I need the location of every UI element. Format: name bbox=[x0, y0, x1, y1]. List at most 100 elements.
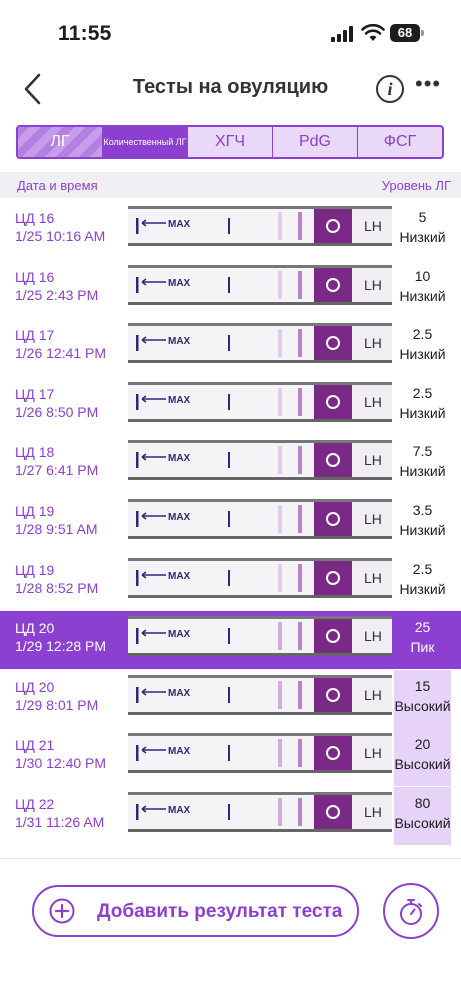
row-date: ЦД 20 1/29 8:01 PM bbox=[15, 678, 98, 714]
test-strip-photo: MAX LH bbox=[128, 440, 392, 480]
strip-lh-text: LH bbox=[364, 394, 382, 410]
row-date: ЦД 21 1/30 12:40 PM bbox=[15, 736, 106, 772]
timer-button[interactable] bbox=[383, 883, 439, 939]
lh-level-label: Низкий bbox=[399, 522, 446, 538]
lh-level-label: Высокий bbox=[394, 698, 451, 714]
lh-level-cell: 3.5 Низкий bbox=[394, 494, 451, 552]
plus-circle-icon bbox=[49, 898, 75, 924]
test-datetime: 1/25 2:43 PM bbox=[15, 287, 99, 303]
test-strip-photo: MAX LH bbox=[128, 558, 392, 598]
list-header: Дата и время Уровень ЛГ bbox=[0, 172, 461, 198]
lh-level-cell: 25 Пик bbox=[394, 611, 451, 669]
test-result-row[interactable]: ЦД 17 1/26 8:50 PM MAX LH 2.5 Низкий bbox=[0, 377, 461, 435]
strip-max-text: MAX bbox=[168, 805, 191, 816]
strip-lh-text: LH bbox=[364, 452, 382, 468]
bottom-bar: Добавить результат теста bbox=[0, 858, 461, 1001]
test-strip-photo: MAX LH bbox=[128, 265, 392, 305]
lh-level-cell: 80 Высокий bbox=[394, 787, 451, 845]
lh-value: 25 bbox=[414, 619, 431, 635]
lh-level-cell: 5 Низкий bbox=[394, 201, 451, 259]
lh-level-label: Высокий bbox=[394, 815, 451, 831]
cycle-day: ЦД 19 bbox=[15, 503, 55, 519]
strip-max-text: MAX bbox=[168, 629, 191, 640]
add-test-result-button[interactable]: Добавить результат теста bbox=[32, 885, 359, 937]
test-strip-photo: MAX LH bbox=[128, 792, 392, 832]
lh-value: 5 bbox=[418, 209, 427, 225]
row-date: ЦД 16 1/25 2:43 PM bbox=[15, 268, 98, 304]
lh-level-label: Высокий bbox=[394, 756, 451, 772]
lh-level-cell: 7.5 Низкий bbox=[394, 435, 451, 493]
test-strip-photo: MAX LH bbox=[128, 206, 392, 246]
test-strip-photo: MAX LH bbox=[128, 499, 392, 539]
strip-max-text: MAX bbox=[168, 512, 191, 523]
nav-bar: Тесты на овуляцию i ••• bbox=[0, 64, 461, 114]
strip-max-text: MAX bbox=[168, 746, 191, 757]
test-result-row[interactable]: ЦД 19 1/28 9:51 AM MAX LH 3.5 Низкий bbox=[0, 494, 461, 552]
strip-lh-text: LH bbox=[364, 277, 382, 293]
cycle-day: ЦД 17 bbox=[15, 327, 55, 343]
more-icon[interactable]: ••• bbox=[415, 73, 441, 98]
tab-lh[interactable]: ЛГ bbox=[18, 127, 103, 157]
tab-pdg[interactable]: PdG bbox=[273, 127, 358, 157]
tab-hcg[interactable]: ХГЧ bbox=[188, 127, 273, 157]
add-test-result-label: Добавить результат теста bbox=[97, 901, 343, 922]
lh-value: 7.5 bbox=[412, 443, 433, 459]
lh-value: 2.5 bbox=[412, 326, 433, 342]
lh-value: 2.5 bbox=[412, 385, 433, 401]
lh-value: 10 bbox=[414, 268, 431, 284]
strip-lh-text: LH bbox=[364, 745, 382, 761]
test-result-row[interactable]: ЦД 16 1/25 2:43 PM MAX LH 10 Низкий bbox=[0, 260, 461, 318]
lh-level-label: Пик bbox=[410, 639, 435, 655]
lh-level-label: Низкий bbox=[399, 346, 446, 362]
strip-lh-text: LH bbox=[364, 335, 382, 351]
lh-level-label: Низкий bbox=[399, 288, 446, 304]
timer-icon bbox=[400, 899, 422, 925]
test-result-row[interactable]: ЦД 19 1/28 8:52 PM MAX LH 2.5 Низкий bbox=[0, 553, 461, 611]
lh-value: 3.5 bbox=[412, 502, 433, 518]
test-datetime: 1/29 8:01 PM bbox=[15, 697, 99, 713]
test-result-row[interactable]: ЦД 20 1/29 12:28 PM MAX LH 25 Пик bbox=[0, 611, 461, 669]
row-date: ЦД 20 1/29 12:28 PM bbox=[15, 619, 106, 655]
status-bar: 11:55 68 bbox=[0, 0, 461, 62]
battery-level: 68 bbox=[390, 24, 420, 42]
strip-max-text: MAX bbox=[168, 571, 191, 582]
test-result-row[interactable]: ЦД 20 1/29 8:01 PM MAX LH 15 Высокий bbox=[0, 670, 461, 728]
test-datetime: 1/30 12:40 PM bbox=[15, 755, 107, 771]
strip-max-text: MAX bbox=[168, 278, 191, 289]
row-date: ЦД 16 1/25 10:16 AM bbox=[15, 209, 105, 245]
cycle-day: ЦД 19 bbox=[15, 562, 55, 578]
row-date: ЦД 22 1/31 11:26 AM bbox=[15, 795, 104, 831]
tab-fsh[interactable]: ФСГ bbox=[358, 127, 442, 157]
row-date: ЦД 18 1/27 6:41 PM bbox=[15, 443, 98, 479]
column-date-time: Дата и время bbox=[17, 178, 98, 193]
test-datetime: 1/26 12:41 PM bbox=[15, 345, 107, 361]
lh-level-label: Низкий bbox=[399, 581, 446, 597]
test-datetime: 1/28 9:51 AM bbox=[15, 521, 98, 537]
test-strip-photo: MAX LH bbox=[128, 733, 392, 773]
test-result-row[interactable]: ЦД 16 1/25 10:16 AM MAX LH 5 Низкий bbox=[0, 201, 461, 259]
lh-level-label: Низкий bbox=[399, 405, 446, 421]
cycle-day: ЦД 16 bbox=[15, 269, 55, 285]
strip-max-text: MAX bbox=[168, 395, 191, 406]
column-lh-level: Уровень ЛГ bbox=[381, 178, 451, 193]
tab-quantitative-lh[interactable]: Количественный ЛГ bbox=[103, 127, 188, 157]
cycle-day: ЦД 22 bbox=[15, 796, 55, 812]
test-result-row[interactable]: ЦД 22 1/31 11:26 AM MAX LH 80 Высокий bbox=[0, 787, 461, 845]
lh-value: 20 bbox=[414, 736, 431, 752]
test-datetime: 1/28 8:52 PM bbox=[15, 580, 99, 596]
battery-icon: 68 bbox=[390, 24, 424, 42]
test-result-row[interactable]: ЦД 21 1/30 12:40 PM MAX LH 20 Высокий bbox=[0, 728, 461, 786]
wifi-icon bbox=[361, 24, 385, 41]
test-result-row[interactable]: ЦД 17 1/26 12:41 PM MAX LH 2.5 Низкий bbox=[0, 318, 461, 376]
test-type-tabs: ЛГ Количественный ЛГ ХГЧ PdG ФСГ bbox=[16, 125, 444, 159]
test-result-row[interactable]: ЦД 18 1/27 6:41 PM MAX LH 7.5 Низкий bbox=[0, 435, 461, 493]
cycle-day: ЦД 16 bbox=[15, 210, 55, 226]
test-datetime: 1/25 10:16 AM bbox=[15, 228, 106, 244]
lh-value: 80 bbox=[414, 795, 431, 811]
test-strip-photo: MAX LH bbox=[128, 323, 392, 363]
lh-level-cell: 2.5 Низкий bbox=[394, 553, 451, 611]
cycle-day: ЦД 18 bbox=[15, 444, 55, 460]
strip-max-text: MAX bbox=[168, 336, 191, 347]
strip-max-text: MAX bbox=[168, 688, 191, 699]
info-icon[interactable]: i bbox=[376, 75, 404, 103]
